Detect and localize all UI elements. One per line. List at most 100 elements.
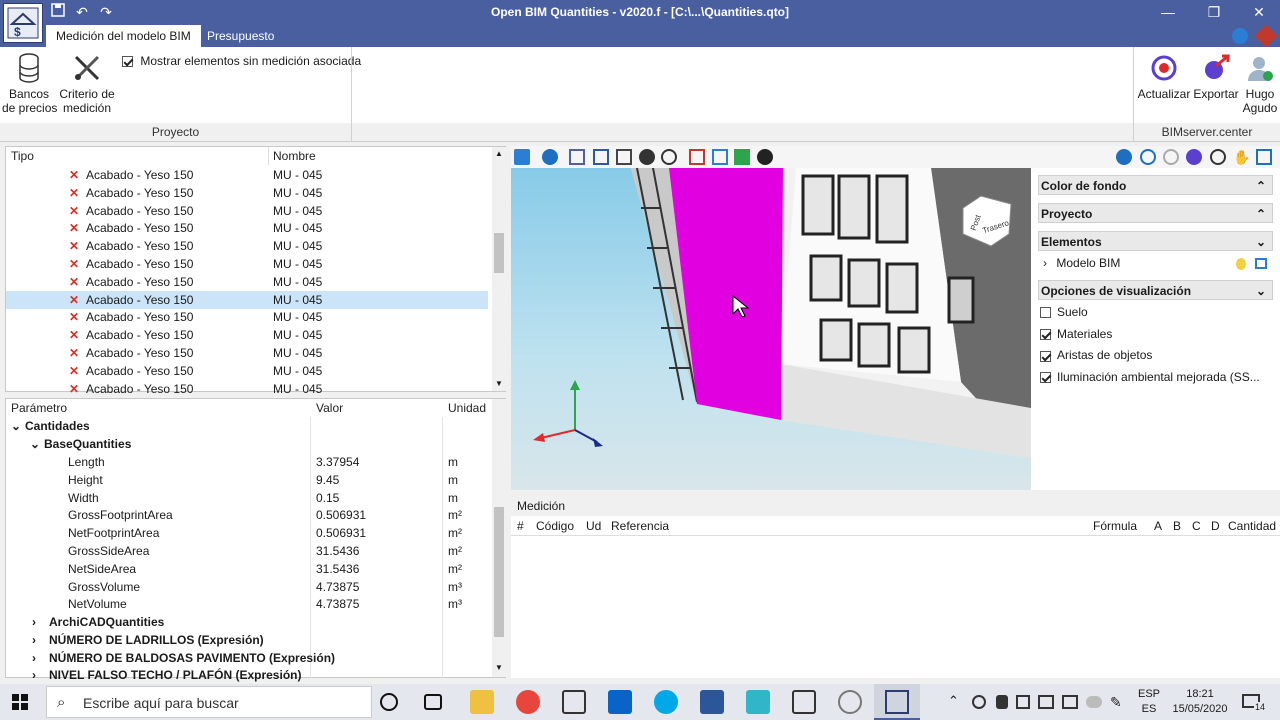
col-header[interactable]: A xyxy=(1154,519,1162,533)
col-header[interactable]: Código xyxy=(536,519,574,533)
tree-group[interactable]: › NÚMERO DE BALDOSAS PAVIMENTO (Expresión… xyxy=(32,649,472,667)
table-row[interactable]: ✕ Acabado - Yeso 150 MU - 045 xyxy=(6,308,488,326)
view-option[interactable]: Aristas de objetos xyxy=(1040,346,1152,364)
rotate-icon[interactable] xyxy=(1186,149,1202,165)
chevron-up-icon[interactable]: ⌃ xyxy=(1256,176,1266,196)
elements-scrollbar[interactable]: ▲ ▼ xyxy=(492,147,506,391)
chevron-down-icon[interactable]: ⌄ xyxy=(30,435,44,453)
3d-viewer[interactable]: Post Trasero xyxy=(511,168,1031,490)
tree-basequantities[interactable]: ⌄ BaseQuantities xyxy=(30,435,131,453)
chevron-right-icon[interactable]: › xyxy=(32,631,49,649)
parameter-row[interactable]: Length 3.37954 m xyxy=(6,453,488,471)
orbit-icon[interactable] xyxy=(661,149,677,165)
active-app-tab[interactable] xyxy=(874,684,920,720)
view-option[interactable]: Iluminación ambiental mejorada (SS... xyxy=(1040,368,1260,386)
taskbar-search[interactable]: ⌕ Escribe aquí para buscar xyxy=(46,686,372,718)
bancos-button[interactable]: Bancos de precios xyxy=(2,51,57,115)
fullscreen-icon[interactable] xyxy=(1256,149,1272,165)
col-header[interactable]: D xyxy=(1211,519,1220,533)
user-button[interactable]: Hugo Agudo xyxy=(1241,51,1279,115)
scroll-down-icon[interactable]: ▼ xyxy=(495,379,503,388)
chevron-right-icon[interactable]: › xyxy=(32,613,49,631)
chevron-up-icon[interactable]: ⌃ xyxy=(948,693,959,709)
table-row[interactable]: ✕ Acabado - Yeso 150 MU - 045 xyxy=(6,380,488,398)
chevron-down-icon[interactable]: ⌄ xyxy=(11,417,25,435)
info-icon[interactable] xyxy=(542,149,558,165)
tree-group[interactable]: › NIVEL FALSO TECHO / PLAFÓN (Expresión) xyxy=(32,666,472,684)
chevron-right-icon[interactable]: › xyxy=(32,666,49,684)
col-header[interactable]: Fórmula xyxy=(1093,519,1137,533)
scroll-thumb[interactable] xyxy=(494,507,504,637)
table-row[interactable]: ✕ Acabado - Yeso 150 MU - 045 xyxy=(6,202,488,220)
col-unidad[interactable]: Unidad xyxy=(448,399,492,417)
col-parametro[interactable]: Parámetro xyxy=(11,399,311,417)
parameter-row[interactable]: GrossVolume 4.73875 m³ xyxy=(6,578,488,596)
volume-icon[interactable] xyxy=(1016,695,1030,709)
parameter-row[interactable]: GrossFootprintArea 0.506931 m² xyxy=(6,506,488,524)
zoom-window-icon[interactable] xyxy=(1140,149,1156,165)
checkbox-icon[interactable] xyxy=(1040,328,1051,340)
view-option[interactable]: Suelo xyxy=(1040,303,1088,321)
chevron-right-icon[interactable]: › xyxy=(32,649,49,667)
show-unmeasured-checkbox[interactable]: Mostrar elementos sin medición asociada xyxy=(122,54,361,68)
table-row[interactable]: ✕ Acabado - Yeso 150 MU - 045 xyxy=(6,326,488,344)
tree-modelo-bim[interactable]: › Modelo BIM xyxy=(1043,254,1120,272)
chrome-icon[interactable] xyxy=(516,690,540,714)
col-header[interactable]: C xyxy=(1192,519,1201,533)
section-icon[interactable] xyxy=(689,149,705,165)
app-icon[interactable] xyxy=(562,690,586,714)
parameter-row[interactable]: Width 0.15 m xyxy=(6,489,488,507)
app-icon[interactable] xyxy=(746,690,770,714)
scroll-thumb[interactable] xyxy=(494,233,504,273)
file-explorer-icon[interactable] xyxy=(470,690,494,714)
col-header[interactable]: B xyxy=(1173,519,1181,533)
col-header[interactable]: Ud xyxy=(586,519,601,533)
maximize-button[interactable]: ❐ xyxy=(1191,0,1237,25)
help-icon[interactable] xyxy=(1254,24,1278,48)
table-row[interactable]: ✕ Acabado - Yeso 150 MU - 045 xyxy=(6,255,488,273)
windows-start-icon[interactable] xyxy=(12,694,28,710)
word-icon[interactable] xyxy=(700,690,724,714)
col-header[interactable]: # xyxy=(517,519,524,533)
undo-icon[interactable]: ↶ xyxy=(72,3,92,21)
layers-icon[interactable] xyxy=(514,149,530,165)
parameter-row[interactable]: NetVolume 4.73875 m³ xyxy=(6,595,488,613)
checkbox-icon[interactable] xyxy=(1040,372,1051,384)
skype-icon[interactable] xyxy=(654,690,678,714)
hide-icon[interactable] xyxy=(757,149,773,165)
tree-group[interactable]: › NÚMERO DE LADRILLOS (Expresión) xyxy=(32,631,472,649)
parameter-row[interactable]: GrossSideArea 31.5436 m² xyxy=(6,542,488,560)
mic-icon[interactable] xyxy=(996,695,1008,709)
clock[interactable]: 18:21 15/05/2020 xyxy=(1168,687,1232,717)
chevron-down-icon[interactable]: ⌄ xyxy=(1256,281,1266,301)
checkbox-icon[interactable] xyxy=(1040,307,1051,319)
tree-group[interactable]: › ArchiCADQuantities xyxy=(32,613,472,631)
copy-icon[interactable] xyxy=(616,149,632,165)
minimize-button[interactable]: — xyxy=(1145,0,1191,25)
section-proyecto[interactable]: Proyecto ⌃ xyxy=(1038,203,1273,223)
settings-icon[interactable] xyxy=(838,690,862,714)
tab-presupuesto[interactable]: Presupuesto xyxy=(197,25,284,47)
tab-medicion[interactable]: Medición del modelo BIM xyxy=(46,25,201,47)
scroll-down-icon[interactable]: ▼ xyxy=(495,663,503,672)
table-row[interactable]: ✕ Acabado - Yeso 150 MU - 045 xyxy=(6,273,488,291)
axes-icon[interactable] xyxy=(569,149,585,165)
search-icon[interactable] xyxy=(1210,149,1226,165)
col-nombre[interactable]: Nombre xyxy=(273,147,473,165)
clip-icon[interactable] xyxy=(712,149,728,165)
chevron-right-icon[interactable]: › xyxy=(1043,256,1047,270)
table-row[interactable]: ✕ Acabado - Yeso 150 MU - 045 xyxy=(6,237,488,255)
parameter-row[interactable]: NetSideArea 31.5436 m² xyxy=(6,560,488,578)
outlook-icon[interactable] xyxy=(608,690,632,714)
chevron-up-icon[interactable]: ⌃ xyxy=(1256,204,1266,224)
chevron-down-icon[interactable]: ⌄ xyxy=(1256,232,1266,252)
col-tipo[interactable]: Tipo xyxy=(11,147,271,165)
redo-icon[interactable]: ↷ xyxy=(96,3,116,21)
tree-cantidades[interactable]: ⌄ Cantidades xyxy=(11,417,90,435)
app-logo-icon[interactable]: $ xyxy=(3,3,43,43)
section-color-fondo[interactable]: Color de fondo ⌃ xyxy=(1038,175,1273,195)
table-row[interactable]: ✕ Acabado - Yeso 150 MU - 045 xyxy=(6,184,488,202)
pan-icon[interactable]: ✋ xyxy=(1233,149,1250,165)
criterio-button[interactable]: Criterio de medición xyxy=(58,51,116,115)
parameter-row[interactable]: Height 9.45 m xyxy=(6,471,488,489)
